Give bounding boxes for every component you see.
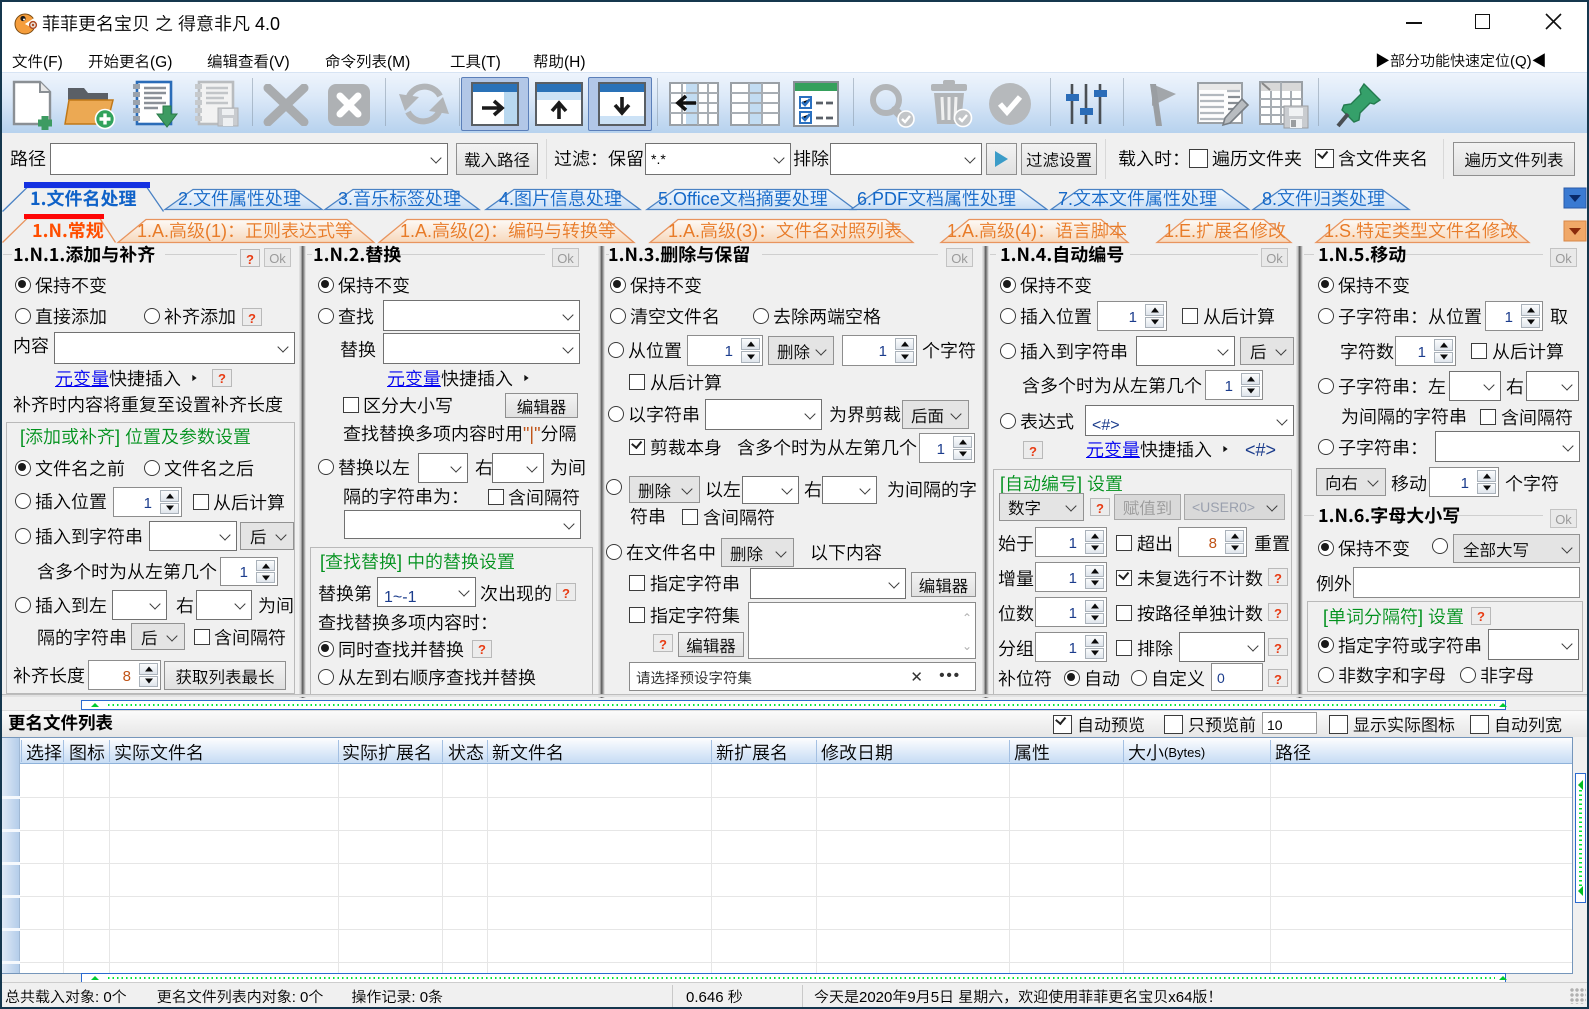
svg-text:5.Office文档摘要处理: 5.Office文档摘要处理 [658, 185, 828, 211]
svg-text:1.A.高级(3)：文件名对照列表: 1.A.高级(3)：文件名对照列表 [668, 217, 902, 243]
svg-text:7.文本文件属性处理: 7.文本文件属性处理 [1058, 185, 1217, 211]
svg-text:3.音乐标签处理: 3.音乐标签处理 [338, 185, 461, 211]
svg-text:2.文件属性处理: 2.文件属性处理 [178, 185, 301, 211]
svg-text:1.文件名处理: 1.文件名处理 [30, 185, 136, 211]
svg-text:1.N.常规: 1.N.常规 [32, 217, 104, 243]
svg-text:4.图片信息处理: 4.图片信息处理 [499, 185, 622, 211]
svg-text:1.A.高级(4)：语言脚本: 1.A.高级(4)：语言脚本 [947, 217, 1127, 243]
svg-text:6.PDF文档属性处理: 6.PDF文档属性处理 [857, 185, 1016, 211]
svg-text:8.文件归类处理: 8.文件归类处理 [1262, 185, 1385, 211]
svg-text:1.S.特定类型文件名修改: 1.S.特定类型文件名修改 [1324, 217, 1518, 243]
svg-text:1.A.高级(2)：编码与转换等: 1.A.高级(2)：编码与转换等 [400, 217, 616, 243]
svg-text:1.A.高级(1)：正则表达式等: 1.A.高级(1)：正则表达式等 [137, 217, 353, 243]
svg-text:1.E.扩展名修改: 1.E.扩展名修改 [1164, 217, 1286, 243]
